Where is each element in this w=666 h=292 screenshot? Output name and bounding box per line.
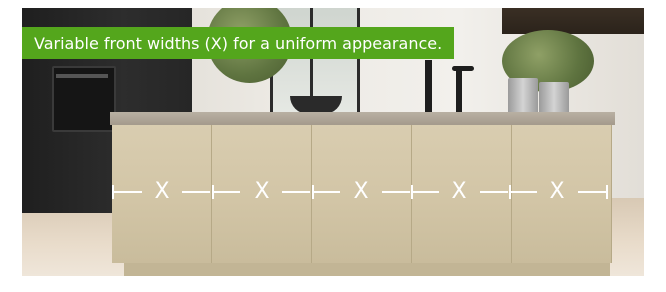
wall-shelf	[502, 8, 644, 34]
dimension-label: X	[254, 179, 270, 204]
dimension-line	[182, 191, 210, 193]
dimension-line	[511, 191, 537, 193]
oven-handle	[56, 74, 108, 78]
dimension-line	[314, 191, 340, 193]
dimension-line	[578, 191, 606, 193]
dimension-line	[413, 191, 439, 193]
dimension-label: X	[451, 179, 467, 204]
tap-right-spout	[452, 66, 474, 71]
dimension-tick	[606, 185, 608, 199]
tap-left	[425, 60, 432, 112]
dimension-line	[214, 191, 240, 193]
dimension-label: X	[154, 179, 170, 204]
tap-right	[456, 66, 462, 112]
dimension-label: X	[549, 179, 565, 204]
dimension-line	[382, 191, 410, 193]
dimension-label: X	[353, 179, 369, 204]
dimension-line	[282, 191, 310, 193]
pot-right	[539, 82, 569, 116]
countertop	[110, 112, 615, 125]
plinth	[124, 263, 610, 276]
caption-banner: Variable front widths (X) for a uniform …	[22, 27, 455, 59]
dimension-line	[114, 191, 142, 193]
pot-left	[508, 78, 538, 114]
caption-text: Variable front widths (X) for a uniform …	[34, 33, 443, 53]
dimension-line	[480, 191, 508, 193]
